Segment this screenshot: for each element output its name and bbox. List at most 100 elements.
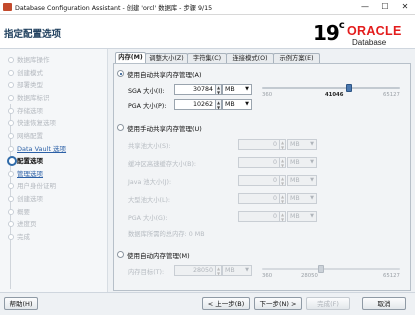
manual-field-label: 共享池大小(S): — [128, 143, 171, 150]
pga-unit-select[interactable]: MB ▼ — [222, 99, 252, 110]
total-memory-text: 数据库所需的总内存: 0 MB — [128, 231, 205, 238]
manual-field-stepper[interactable]: ▲ ▼ — [280, 211, 286, 222]
manual-shared-memory-radio[interactable] — [117, 124, 124, 131]
auto-memory-radio[interactable] — [117, 251, 124, 258]
step-dot-icon — [8, 95, 14, 101]
manual-field-stepper[interactable]: ▲ ▼ — [280, 175, 286, 186]
sidebar-step-label: 概要 — [17, 208, 30, 216]
step-dot-icon — [8, 171, 14, 177]
sidebar-step-label: 创建模式 — [17, 69, 43, 77]
target-slider-current-label: 28050 — [301, 273, 318, 279]
current-step-icon — [7, 156, 17, 166]
sidebar-step-label: 配置选项 — [17, 157, 43, 165]
oracle-version-logo: 19c — [313, 20, 345, 45]
manual-field-input[interactable]: 0 — [238, 175, 280, 186]
pga-size-input[interactable]: 10262 — [174, 99, 216, 110]
manual-field-unit-select[interactable]: MB ▼ — [287, 175, 317, 186]
manual-field-input[interactable]: 0 — [238, 139, 280, 150]
slider-current-label: 41046 — [325, 92, 344, 98]
memory-target-label: 内存目标(T): — [128, 269, 165, 276]
sidebar-step-label: 完成 — [17, 233, 30, 241]
sidebar-step-label: 网络配置 — [17, 132, 43, 140]
manual-field-stepper[interactable]: ▲ ▼ — [280, 139, 286, 150]
auto-shared-memory-radio[interactable] — [117, 70, 124, 77]
step-dot-icon — [8, 82, 14, 88]
chevron-down-icon: ▼ — [310, 141, 314, 147]
manual-field-unit-select[interactable]: MB ▼ — [287, 193, 317, 204]
chevron-down-icon: ▼ — [245, 86, 249, 92]
memory-target-slider-thumb[interactable] — [318, 265, 325, 273]
sga-pga-slider-track[interactable] — [262, 87, 400, 89]
step-dot-icon — [8, 183, 14, 189]
manual-field-stepper[interactable]: ▲ ▼ — [280, 193, 286, 204]
manual-field-label: 缓冲区高速缓存大小(B): — [128, 161, 197, 168]
step-dot-icon — [8, 146, 14, 152]
manual-field-label: 大型池大小(L): — [128, 197, 171, 204]
step-dot-icon — [8, 57, 14, 63]
app-icon — [3, 3, 12, 11]
manual-field-label: PGA 大小(G): — [128, 215, 168, 222]
manual-field-input[interactable]: 0 — [238, 211, 280, 222]
page-title: 指定配置选项 — [4, 29, 62, 40]
sidebar-step-label: 用户身份证明 — [17, 182, 56, 190]
sidebar-step-label: 存储选项 — [17, 107, 43, 115]
chevron-down-icon: ▼ — [310, 195, 314, 201]
manual-field-input[interactable]: 0 — [238, 193, 280, 204]
sga-size-input[interactable]: 30784 — [174, 84, 216, 95]
manual-field-stepper[interactable]: ▲ ▼ — [280, 157, 286, 168]
step-dot-icon — [8, 221, 14, 227]
slider-max-label: 65127 — [383, 92, 400, 98]
maximize-icon[interactable]: ☐ — [375, 1, 395, 13]
sidebar-step-label: 管理选项 — [17, 170, 43, 178]
sidebar-step-label: 创建选项 — [17, 195, 43, 203]
finish-button[interactable]: 完成(F) — [306, 297, 350, 310]
sga-size-label: SGA 大小(I): — [128, 88, 165, 95]
manual-field-input[interactable]: 0 — [238, 157, 280, 168]
manual-shared-memory-label: 使用手动共享内存管理(U) — [127, 125, 202, 133]
oracle-logo: ORACLE — [347, 24, 402, 38]
sidebar-step-label: 快速恢复选项 — [17, 119, 56, 127]
window-title: Database Configuration Assistant - 创建 'o… — [15, 5, 213, 12]
target-slider-max-label: 65127 — [383, 273, 400, 279]
step-dot-icon — [8, 234, 14, 240]
sidebar-step-label: 数据库操作 — [17, 56, 50, 64]
memory-target-slider-track[interactable] — [262, 268, 400, 270]
chevron-down-icon: ▼ — [310, 213, 314, 219]
chevron-down-icon: ▼ — [310, 159, 314, 165]
manual-field-label: Java 池大小(J): — [128, 179, 172, 186]
auto-shared-memory-label: 使用自动共享内存管理(A) — [127, 71, 202, 79]
step-dot-icon — [8, 209, 14, 215]
manual-field-unit-select[interactable]: MB ▼ — [287, 157, 317, 168]
chevron-down-icon: ▼ — [245, 101, 249, 107]
cancel-button[interactable]: 取消 — [362, 297, 406, 310]
target-slider-min-label: 360 — [262, 273, 273, 279]
sga-pga-slider-thumb[interactable] — [345, 84, 352, 92]
memory-target-input[interactable]: 28050 — [174, 265, 216, 276]
sidebar-step-label: 部署类型 — [17, 81, 43, 89]
step-dot-icon — [8, 133, 14, 139]
next-button[interactable]: 下一步(N) > — [254, 297, 302, 310]
sidebar-step-label: 进度页 — [17, 220, 37, 228]
memory-target-unit-select[interactable]: MB ▼ — [222, 265, 252, 276]
step-dot-icon — [8, 120, 14, 126]
sidebar-step-label: Data Vault 选项 — [17, 145, 67, 153]
minimize-icon[interactable]: — — [355, 1, 375, 13]
sga-unit-select[interactable]: MB ▼ — [222, 84, 252, 95]
auto-memory-label: 使用自动内存管理(M) — [127, 252, 190, 260]
back-button[interactable]: < 上一步(B) — [202, 297, 250, 310]
oracle-product-label: Database — [352, 38, 387, 47]
manual-field-unit-select[interactable]: MB ▼ — [287, 211, 317, 222]
close-icon[interactable]: ✕ — [395, 1, 415, 13]
sidebar-step-label: 数据库标识 — [17, 94, 50, 102]
help-button[interactable]: 帮助(H) — [4, 297, 38, 310]
slider-min-label: 360 — [262, 92, 273, 98]
manual-field-unit-select[interactable]: MB ▼ — [287, 139, 317, 150]
page-header: 指定配置选项 19c ORACLE Database — [0, 15, 415, 49]
step-dot-icon — [8, 70, 14, 76]
step-dot-icon — [8, 108, 14, 114]
step-dot-icon — [8, 196, 14, 202]
window-titlebar: Database Configuration Assistant - 创建 'o… — [0, 0, 415, 15]
chevron-down-icon: ▼ — [310, 177, 314, 183]
chevron-down-icon: ▼ — [245, 267, 249, 273]
pga-size-label: PGA 大小(P): — [128, 103, 167, 110]
